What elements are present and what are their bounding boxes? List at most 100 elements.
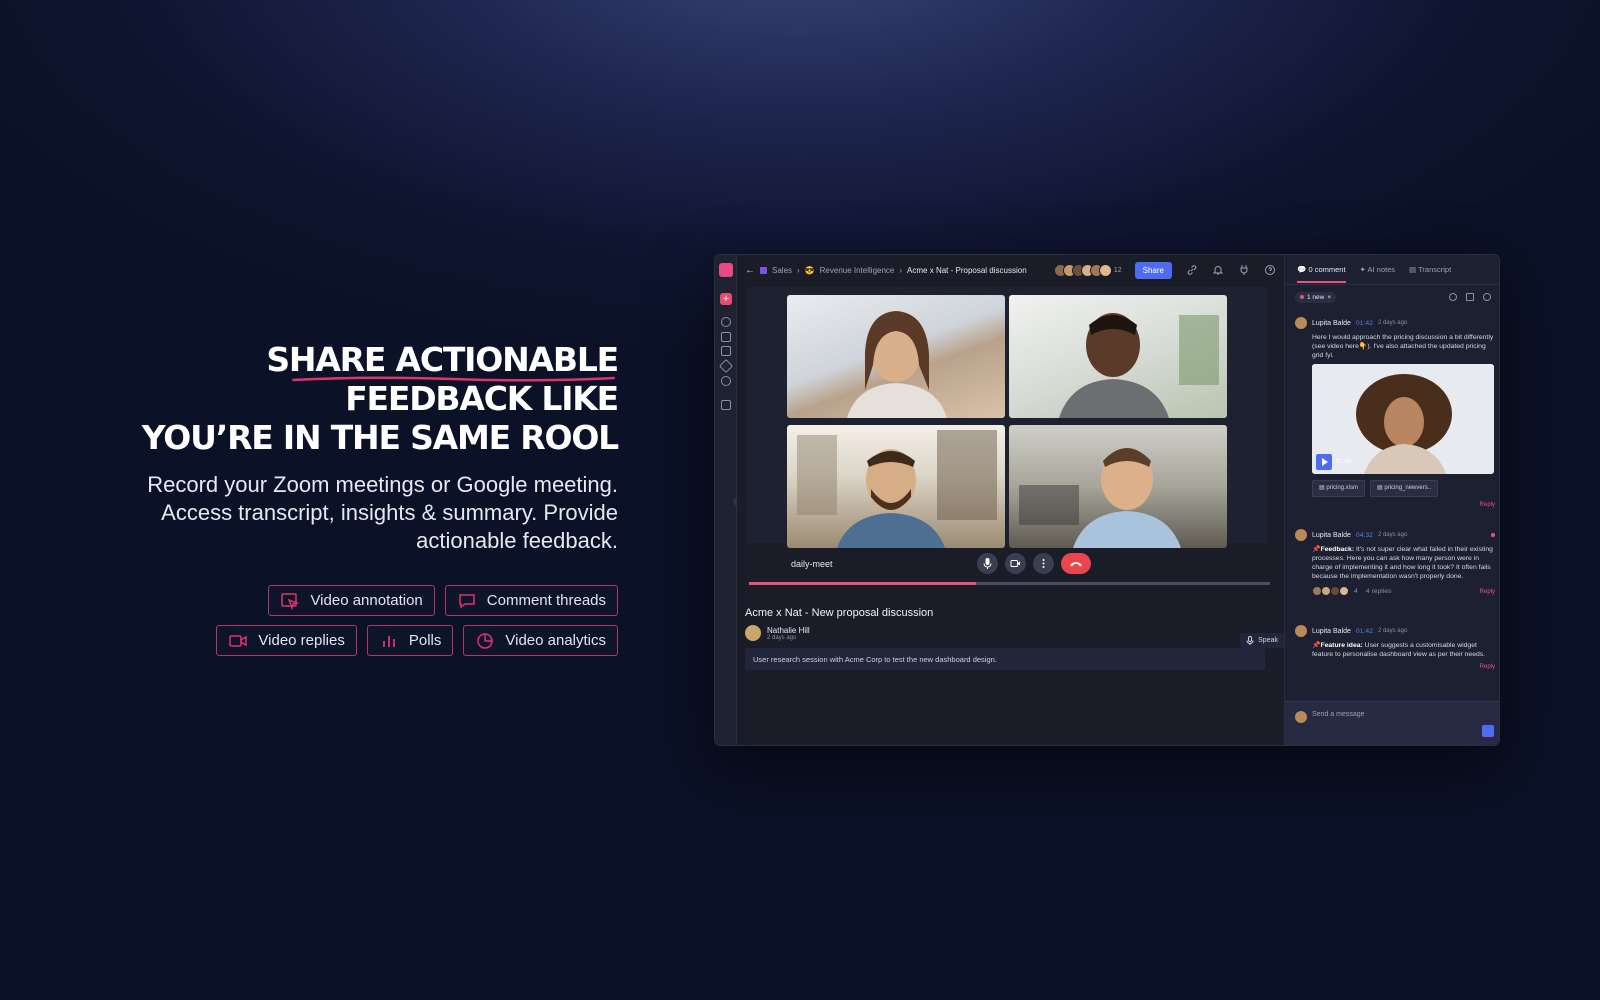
comment-item: Lupita Balde 01:42 2 days ago Here I would… [1295,317,1495,510]
breadcrumb-separator: › [797,265,800,275]
comment-timestamp[interactable]: 01:42 [1356,627,1373,636]
reply-link[interactable]: Reply [1295,663,1495,672]
tab-ai-notes[interactable]: ✦ AI notes [1360,265,1396,274]
participant-count: 12 [1113,266,1122,274]
plug-icon[interactable] [1238,264,1250,276]
grid-icon[interactable] [721,400,731,410]
close-icon[interactable]: × [1327,294,1331,301]
create-button[interactable]: + [720,293,732,305]
play-icon[interactable] [1316,454,1332,470]
reply-avatar-count: 4 [1354,587,1358,595]
video-duration: 01:56 [1336,459,1352,465]
chip-label: Comment threads [486,592,606,609]
comment-text: 📌Feature idea: User suggests a customisa… [1312,642,1486,658]
underline-stroke [292,376,615,382]
hero-subtitle: Record your Zoom meetings or Google meet… [147,472,618,553]
participant-photo [1019,448,1181,548]
commenter-name: Lupita Balde [1312,319,1351,327]
hang-up-icon [1070,562,1082,567]
help-icon[interactable] [1264,264,1276,276]
bar-chart-icon [382,635,395,647]
chat-icon[interactable] [721,346,731,356]
comment-item: Lupita Balde 04:32 2 days ago 📌Feedback: I… [1295,529,1495,597]
tab-comments[interactable]: 💬 0 comment [1297,265,1346,283]
chip-video-analytics[interactable]: Video analytics [463,625,618,656]
top-bar: ← Sales › 😎 Revenue Intelligence › Acme … [737,255,1284,285]
participant-video-tile[interactable] [1009,425,1227,548]
comment-timestamp[interactable]: 04:32 [1356,531,1373,540]
message-composer[interactable]: Send a message [1285,701,1499,745]
chip-label: Video analytics [505,632,606,649]
bell-icon[interactable] [1212,264,1224,276]
chip-label: Video replies [258,632,345,649]
chip-video-replies[interactable]: Video replies [216,625,357,656]
chip-comment-threads[interactable]: Comment threads [444,585,618,616]
chat-bubble-icon [459,593,475,608]
resolve-check-icon[interactable] [1483,293,1491,301]
chip-label: Polls [408,632,442,649]
share-button[interactable]: Share [1134,261,1172,279]
app-logo-icon[interactable] [719,263,733,277]
comment-item: Lupita Balde 01:42 2 days ago 📌Feature ide… [1295,625,1495,672]
participant-photo [1059,313,1219,418]
author-time: 2 days ago [767,634,797,641]
link-icon[interactable] [1186,264,1198,276]
search-icon[interactable] [1449,293,1457,301]
main-area: ← Sales › 😎 Revenue Intelligence › Acme … [737,255,1284,745]
participant-photo [797,430,997,548]
commenter-name: Lupita Balde [1312,531,1351,539]
reply-count: 4 replies [1365,587,1392,595]
pie-chart-icon [477,632,494,649]
inbox-icon[interactable] [721,332,731,342]
end-call-button[interactable] [1061,553,1091,574]
participant-video-tile[interactable] [1009,295,1227,418]
more-options-button[interactable] [1033,553,1054,574]
users-icon[interactable] [721,376,731,386]
headline-line-2: FEEDBACK LIKE [345,379,619,418]
breadcrumb-current: Acme x Nat - Proposal discussion [907,265,1027,275]
emoji-icon: 😎 [804,265,815,275]
microphone-button[interactable] [977,553,998,574]
message-input[interactable]: Send a message [1312,711,1365,736]
avatar [1295,317,1307,329]
video-reply-thumbnail[interactable]: 01:56 [1312,364,1494,474]
chip-polls[interactable]: Polls [366,625,454,656]
cursor-select-icon [281,592,300,610]
comment-timestamp[interactable]: 01:42 [1356,319,1373,328]
headline-underlined: HARE ACTIONABLE [289,340,619,382]
chip-video-annotation[interactable]: Video annotation [268,585,435,616]
sort-icon[interactable] [1466,293,1474,301]
meeting-title: Acme x Nat - New proposal discussion [745,607,934,619]
search-icon[interactable] [721,317,731,327]
icon-rail: + › [715,255,742,745]
new-filter-tag[interactable]: 1 new × [1295,291,1337,303]
tab-transcript[interactable]: ▤ Transcript [1409,265,1451,274]
comment-age: 2 days ago [1377,531,1408,538]
participant-photo [847,311,947,418]
headline-line-3: YOU’RE IN THE SAME ROOL [141,418,619,457]
workspace-square-icon [760,266,767,274]
video-camera-icon [229,634,248,647]
attachment-file[interactable]: ▤ pricing_newvers.. [1370,480,1439,497]
back-arrow-icon[interactable]: ← [745,265,755,276]
breadcrumb-sales[interactable]: Sales [772,266,792,275]
recording-progress[interactable] [749,582,1270,585]
participant-video-tile[interactable] [787,295,1005,418]
filter-row: 1 new × [1285,285,1499,309]
breadcrumb-revenue-intelligence[interactable]: Revenue Intelligence [820,266,895,275]
breadcrumb-separator: › [899,265,903,275]
attachment-file[interactable]: ▤ pricing.xlsm [1312,480,1366,497]
reply-link[interactable]: Reply [1295,501,1495,510]
author-name: Nathalie Hill [767,625,810,635]
send-button[interactable] [1482,725,1494,737]
avatar [745,625,761,641]
call-controls: daily-meet [747,547,1267,583]
speak-button[interactable]: Speak [1240,633,1284,648]
microphone-icon [1246,636,1254,645]
app-window: + › ← Sales › 😎 Revenue Intelligence › A… [714,254,1500,746]
send-icon[interactable] [718,358,734,374]
participant-video-tile[interactable] [787,425,1005,548]
comments-panel: 💬 0 comment ✦ AI notes ▤ Transcript 1 ne… [1284,255,1499,745]
camera-button[interactable] [1005,553,1026,574]
participant-avatars[interactable]: 12 [1053,263,1130,277]
